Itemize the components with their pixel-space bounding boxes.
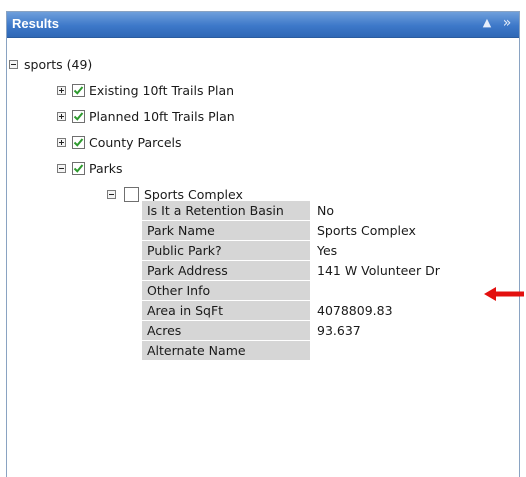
table-row: Acres 93.637 xyxy=(142,321,445,340)
attribute-value xyxy=(312,281,445,300)
attribute-value: 141 W Volunteer Dr xyxy=(312,261,445,280)
layer-label: Parks xyxy=(89,160,123,176)
checkmark-icon xyxy=(73,111,84,121)
red-arrow-icon xyxy=(484,287,524,301)
attribute-key: Area in SqFt xyxy=(142,301,312,320)
tree-root-node: sports (49) xyxy=(9,54,92,74)
attribute-key: Park Name xyxy=(142,221,312,240)
table-row: Alternate Name xyxy=(142,341,445,360)
attribute-value xyxy=(312,341,445,360)
collapse-up-icon[interactable]: ▲ xyxy=(479,15,495,31)
attribute-key: Is It a Retention Basin xyxy=(142,201,312,220)
layer-row: Parks xyxy=(57,158,123,178)
attribute-key: Alternate Name xyxy=(142,341,312,360)
attribute-key: Acres xyxy=(142,321,312,340)
attribute-value: Yes xyxy=(312,241,445,260)
layer-checkbox[interactable] xyxy=(72,83,85,97)
table-row: Area in SqFt 4078809.83 xyxy=(142,301,445,320)
layer-row: County Parcels xyxy=(57,132,182,152)
root-collapse-toggle[interactable] xyxy=(9,59,18,69)
attribute-table: Is It a Retention Basin No Park Name Sport… xyxy=(142,200,445,361)
attribute-key: Public Park? xyxy=(142,241,312,260)
checkmark-icon xyxy=(73,85,84,95)
layer-label: County Parcels xyxy=(89,134,182,150)
table-row: Park Name Sports Complex xyxy=(142,221,445,240)
attribute-key: Park Address xyxy=(142,261,312,280)
feature-collapse-toggle[interactable] xyxy=(107,189,116,199)
table-row: Other Info xyxy=(142,281,445,300)
table-row: Is It a Retention Basin No xyxy=(142,201,445,220)
expand-panel-icon[interactable]: » xyxy=(499,15,515,31)
layer-collapse-toggle[interactable] xyxy=(57,163,66,173)
table-row: Park Address 141 W Volunteer Dr xyxy=(142,261,445,280)
checkmark-icon xyxy=(73,137,84,147)
layer-row: Planned 10ft Trails Plan xyxy=(57,106,235,126)
layer-label: Planned 10ft Trails Plan xyxy=(89,108,235,124)
layer-expand-toggle[interactable] xyxy=(57,137,66,147)
root-label: sports (49) xyxy=(24,56,93,72)
attribute-value: 4078809.83 xyxy=(312,301,445,320)
attribute-value: Sports Complex xyxy=(312,221,445,240)
attribute-key: Other Info xyxy=(142,281,312,300)
attribute-value: No xyxy=(312,201,445,220)
layer-row: Existing 10ft Trails Plan xyxy=(57,80,234,100)
table-row: Public Park? Yes xyxy=(142,241,445,260)
layer-checkbox[interactable] xyxy=(72,109,85,123)
feature-checkbox[interactable] xyxy=(124,186,139,202)
panel-title: Results xyxy=(12,16,59,31)
checkmark-icon xyxy=(73,163,84,173)
layer-label: Existing 10ft Trails Plan xyxy=(89,82,235,98)
layer-checkbox[interactable] xyxy=(72,161,85,175)
layer-expand-toggle[interactable] xyxy=(57,111,66,121)
layer-expand-toggle[interactable] xyxy=(57,85,66,95)
attribute-value: 93.637 xyxy=(312,321,445,340)
results-titlebar: Results ▲ » xyxy=(7,12,519,38)
layer-checkbox[interactable] xyxy=(72,135,85,149)
